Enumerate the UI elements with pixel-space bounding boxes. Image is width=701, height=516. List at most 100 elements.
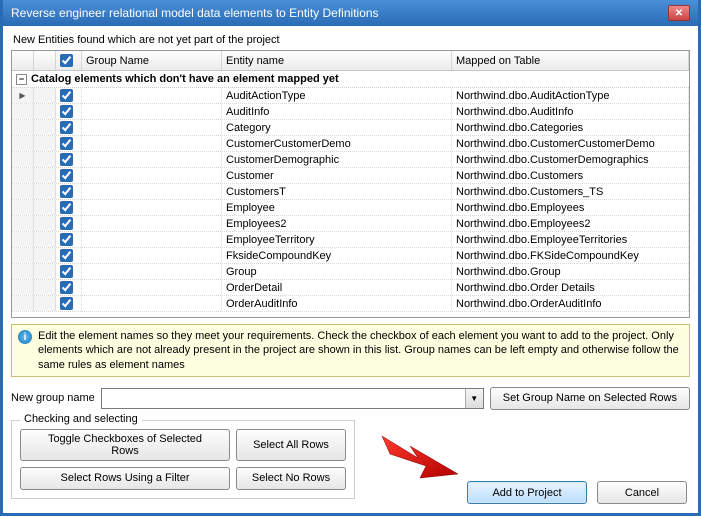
table-row[interactable]: OrderAuditInfoNorthwind.dbo.OrderAuditIn… [12, 296, 689, 312]
row-checkbox[interactable] [60, 249, 73, 262]
collapse-icon[interactable]: − [16, 74, 27, 85]
row-checkbox[interactable] [60, 217, 73, 230]
table-row[interactable]: AuditInfoNorthwind.dbo.AuditInfo [12, 104, 689, 120]
table-row[interactable]: AuditActionTypeNorthwind.dbo.AuditAction… [12, 88, 689, 104]
row-checkbox[interactable] [60, 137, 73, 150]
table-row[interactable]: CustomersTNorthwind.dbo.Customers_TS [12, 184, 689, 200]
cell-mapped-on-table[interactable]: Northwind.dbo.CustomerDemographics [452, 152, 689, 167]
cell-mapped-on-table[interactable]: Northwind.dbo.Employees2 [452, 216, 689, 231]
cell-entity-name[interactable]: AuditActionType [222, 88, 452, 103]
cell-group-name[interactable] [82, 296, 222, 311]
add-to-project-button[interactable]: Add to Project [467, 481, 587, 504]
group-row[interactable]: − Catalog elements which don't have an e… [12, 71, 689, 88]
cell-mapped-on-table[interactable]: Northwind.dbo.Customers_TS [452, 184, 689, 199]
cell-group-name[interactable] [82, 136, 222, 151]
row-checkbox[interactable] [60, 201, 73, 214]
table-row[interactable]: Employees2Northwind.dbo.Employees2 [12, 216, 689, 232]
toggle-checkboxes-button[interactable]: Toggle Checkboxes of Selected Rows [20, 429, 230, 461]
row-checkbox[interactable] [60, 169, 73, 182]
row-checkbox[interactable] [60, 89, 73, 102]
cell-mapped-on-table[interactable]: Northwind.dbo.AuditInfo [452, 104, 689, 119]
row-checkbox[interactable] [60, 105, 73, 118]
cell-mapped-on-table[interactable]: Northwind.dbo.OrderAuditInfo [452, 296, 689, 311]
cell-entity-name[interactable]: Customer [222, 168, 452, 183]
row-checkbox-cell[interactable] [56, 168, 82, 183]
row-checkbox-cell[interactable] [56, 232, 82, 247]
table-row[interactable]: OrderDetailNorthwind.dbo.Order Details [12, 280, 689, 296]
cell-entity-name[interactable]: CustomerCustomerDemo [222, 136, 452, 151]
cell-group-name[interactable] [82, 248, 222, 263]
header-checkbox-cell[interactable] [56, 51, 82, 70]
cell-group-name[interactable] [82, 200, 222, 215]
header-group[interactable]: Group Name [82, 51, 222, 70]
cell-group-name[interactable] [82, 168, 222, 183]
cell-entity-name[interactable]: CustomerDemographic [222, 152, 452, 167]
row-checkbox-cell[interactable] [56, 104, 82, 119]
cell-group-name[interactable] [82, 120, 222, 135]
new-group-name-combo[interactable]: ▼ [101, 388, 484, 409]
table-row[interactable]: GroupNorthwind.dbo.Group [12, 264, 689, 280]
cell-entity-name[interactable]: Employee [222, 200, 452, 215]
cell-group-name[interactable] [82, 264, 222, 279]
cell-entity-name[interactable]: Group [222, 264, 452, 279]
cell-group-name[interactable] [82, 232, 222, 247]
row-checkbox[interactable] [60, 233, 73, 246]
select-all-checkbox[interactable] [60, 54, 73, 67]
row-checkbox[interactable] [60, 153, 73, 166]
row-checkbox-cell[interactable] [56, 184, 82, 199]
new-group-name-input[interactable] [102, 389, 465, 408]
cell-group-name[interactable] [82, 216, 222, 231]
cell-mapped-on-table[interactable]: Northwind.dbo.Customers [452, 168, 689, 183]
cell-mapped-on-table[interactable]: Northwind.dbo.Order Details [452, 280, 689, 295]
row-checkbox-cell[interactable] [56, 296, 82, 311]
row-checkbox[interactable] [60, 185, 73, 198]
grid-rows[interactable]: AuditActionTypeNorthwind.dbo.AuditAction… [12, 88, 689, 317]
row-checkbox-cell[interactable] [56, 152, 82, 167]
cell-mapped-on-table[interactable]: Northwind.dbo.Employees [452, 200, 689, 215]
row-checkbox[interactable] [60, 297, 73, 310]
cell-mapped-on-table[interactable]: Northwind.dbo.CustomerCustomerDemo [452, 136, 689, 151]
cell-entity-name[interactable]: EmployeeTerritory [222, 232, 452, 247]
select-no-rows-button[interactable]: Select No Rows [236, 467, 346, 490]
cell-entity-name[interactable]: Employees2 [222, 216, 452, 231]
row-checkbox-cell[interactable] [56, 88, 82, 103]
table-row[interactable]: CustomerNorthwind.dbo.Customers [12, 168, 689, 184]
table-row[interactable]: EmployeeNorthwind.dbo.Employees [12, 200, 689, 216]
header-mapped[interactable]: Mapped on Table [452, 51, 689, 70]
cell-mapped-on-table[interactable]: Northwind.dbo.EmployeeTerritories [452, 232, 689, 247]
cancel-button[interactable]: Cancel [597, 481, 687, 504]
row-checkbox-cell[interactable] [56, 120, 82, 135]
cell-group-name[interactable] [82, 280, 222, 295]
cell-group-name[interactable] [82, 184, 222, 199]
cell-entity-name[interactable]: OrderAuditInfo [222, 296, 452, 311]
select-using-filter-button[interactable]: Select Rows Using a Filter [20, 467, 230, 490]
table-row[interactable]: CategoryNorthwind.dbo.Categories [12, 120, 689, 136]
table-row[interactable]: CustomerDemographicNorthwind.dbo.Custome… [12, 152, 689, 168]
cell-mapped-on-table[interactable]: Northwind.dbo.FKSideCompoundKey [452, 248, 689, 263]
row-checkbox-cell[interactable] [56, 264, 82, 279]
cell-group-name[interactable] [82, 152, 222, 167]
row-checkbox[interactable] [60, 281, 73, 294]
set-group-name-button[interactable]: Set Group Name on Selected Rows [490, 387, 690, 410]
table-row[interactable]: FksideCompoundKeyNorthwind.dbo.FKSideCom… [12, 248, 689, 264]
cell-group-name[interactable] [82, 104, 222, 119]
cell-mapped-on-table[interactable]: Northwind.dbo.Group [452, 264, 689, 279]
row-checkbox-cell[interactable] [56, 248, 82, 263]
table-row[interactable]: EmployeeTerritoryNorthwind.dbo.EmployeeT… [12, 232, 689, 248]
cell-entity-name[interactable]: AuditInfo [222, 104, 452, 119]
row-checkbox-cell[interactable] [56, 136, 82, 151]
row-checkbox[interactable] [60, 265, 73, 278]
close-icon[interactable]: ✕ [668, 5, 690, 21]
chevron-down-icon[interactable]: ▼ [465, 389, 483, 408]
header-entity[interactable]: Entity name [222, 51, 452, 70]
cell-group-name[interactable] [82, 88, 222, 103]
select-all-rows-button[interactable]: Select All Rows [236, 429, 346, 461]
cell-mapped-on-table[interactable]: Northwind.dbo.AuditActionType [452, 88, 689, 103]
row-checkbox-cell[interactable] [56, 216, 82, 231]
cell-entity-name[interactable]: OrderDetail [222, 280, 452, 295]
row-checkbox-cell[interactable] [56, 200, 82, 215]
cell-mapped-on-table[interactable]: Northwind.dbo.Categories [452, 120, 689, 135]
table-row[interactable]: CustomerCustomerDemoNorthwind.dbo.Custom… [12, 136, 689, 152]
cell-entity-name[interactable]: Category [222, 120, 452, 135]
cell-entity-name[interactable]: CustomersT [222, 184, 452, 199]
